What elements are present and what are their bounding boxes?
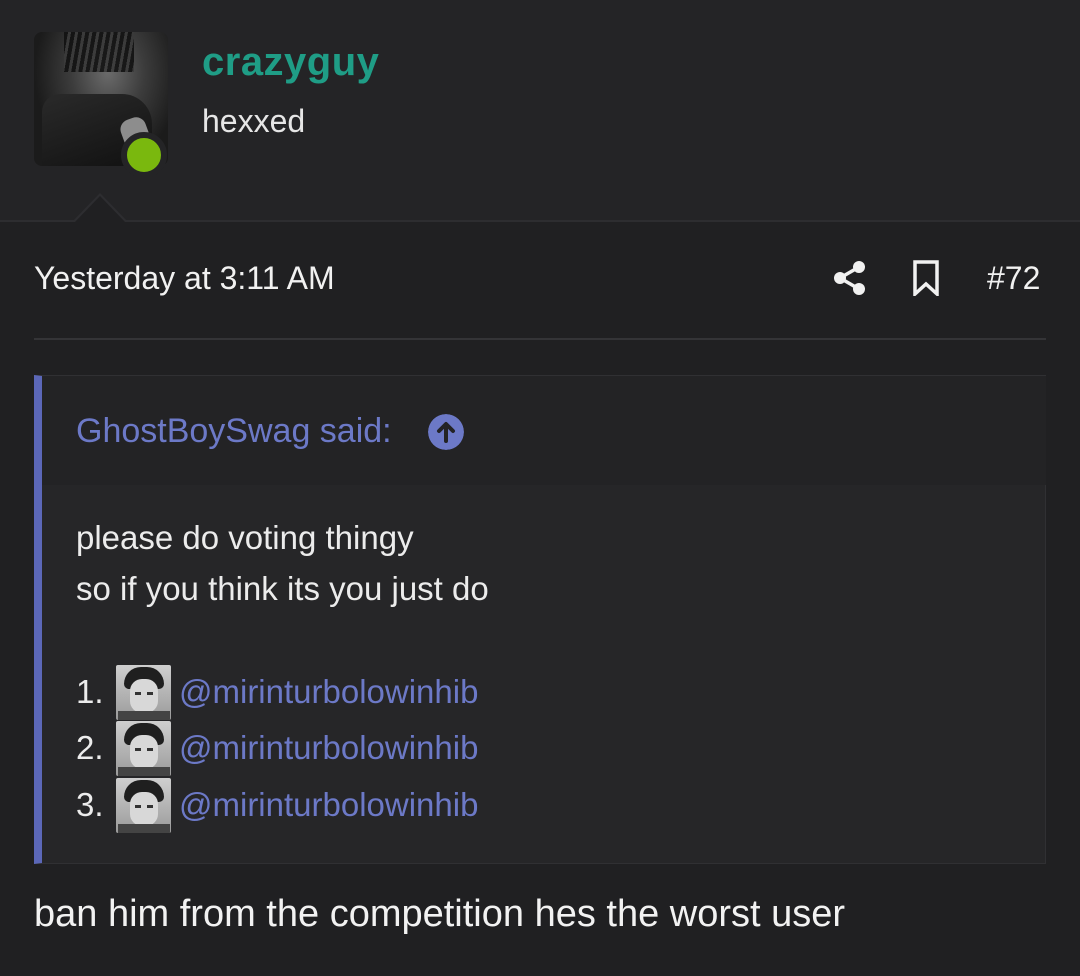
list-item: 3. @mirinturbolowinhib [76, 777, 478, 833]
post-body-text: ban him from the competition hes the wor… [34, 893, 846, 935]
user-mention-link[interactable]: @mirinturbolowinhib [179, 786, 478, 824]
quote-header: GhostBoySwag said: [42, 376, 1046, 485]
forum-post: crazyguy hexxed Yesterday at 3:11 AM #72… [0, 0, 1080, 976]
online-status-icon [121, 132, 167, 178]
author-title: hexxed [202, 103, 306, 139]
quote-author-link[interactable]: GhostBoySwag said: [76, 412, 392, 451]
header-pointer [74, 196, 126, 223]
share-icon[interactable] [832, 260, 868, 296]
list-item: 2. @mirinturbolowinhib [76, 720, 478, 776]
quote-text-line-2: so if you think its you just do [76, 570, 489, 607]
bookmark-icon[interactable] [910, 260, 942, 296]
user-mention-link[interactable]: @mirinturbolowinhib [179, 729, 478, 767]
post-number-link[interactable]: #72 [987, 260, 1040, 297]
post-timestamp[interactable]: Yesterday at 3:11 AM [34, 260, 335, 297]
user-mention-link[interactable]: @mirinturbolowinhib [179, 673, 478, 711]
mention-avatar[interactable] [116, 720, 171, 776]
list-number: 3. [76, 786, 104, 823]
mention-avatar[interactable] [116, 777, 171, 833]
list-item: 1. @mirinturbolowinhib [76, 664, 478, 720]
mention-avatar[interactable] [116, 664, 171, 720]
meta-divider [34, 338, 1046, 340]
list-number: 2. [76, 729, 104, 766]
post-author-header: crazyguy hexxed [0, 0, 1080, 222]
quote-text-line-1: please do voting thingy [76, 519, 414, 556]
list-number: 1. [76, 673, 104, 710]
avatar-hair [64, 32, 134, 72]
quote-block: GhostBoySwag said: please do voting thin… [34, 375, 1046, 864]
arrow-up-circle-icon[interactable] [428, 414, 464, 450]
author-username[interactable]: crazyguy [202, 40, 379, 85]
